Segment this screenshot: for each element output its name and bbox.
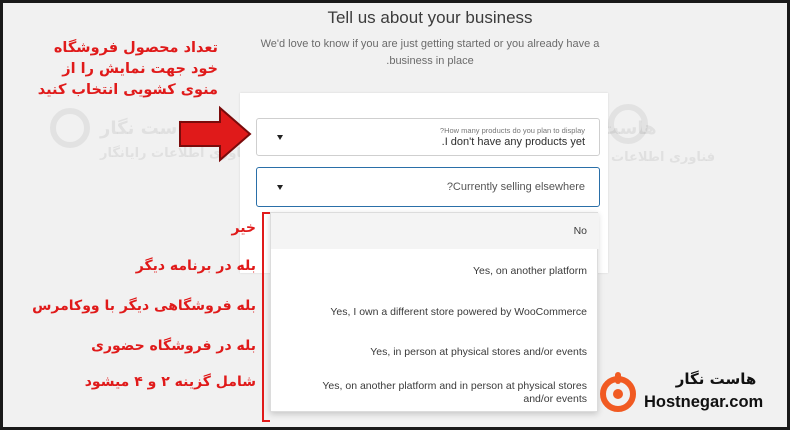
dropdown-option-physical-stores[interactable]: Yes, in person at physical stores and/or… [271,346,599,359]
selling-elsewhere-dropdown: No Yes, on another platform Yes, I own a… [270,212,599,412]
annotation-top-note: تعداد محصول فروشگاه خود جهت نمایش را از … [8,38,218,101]
products-count-value: .I don't have any products yet [441,136,585,148]
watermark-logo-icon [608,104,648,144]
page-title: Tell us about your business [327,8,533,27]
option-line-2: and/or events [523,393,587,405]
annotation-option-no: خیر [231,220,256,236]
dropdown-option-another-platform[interactable]: Yes, on another platform [271,265,599,278]
caret-down-icon [277,135,283,140]
products-count-label: ?How many products do you plan to displa… [439,126,585,135]
selling-elsewhere-placeholder: ?Currently selling elsewhere [446,181,585,193]
annotation-option-physical: بله در فروشگاه حضوری [91,338,256,354]
hostnegar-logo: هاست نگار Hostnegar.com [594,366,790,422]
hostnegar-logo-icon [600,372,636,412]
dropdown-option-platform-and-physical[interactable]: Yes, on another platform and in person a… [271,380,599,406]
red-arrow-icon [179,105,252,163]
page-subtitle: We'd love to know if you are just gettin… [240,36,620,70]
subtitle-line-1: We'd love to know if you are just gettin… [260,38,600,50]
annotation-option-both: شامل گزینه ۲ و ۴ میشود [84,374,256,390]
dropdown-option-woocommerce-store[interactable]: Yes, I own a different store powered by … [271,306,599,319]
annotation-line-2: خود جهت نمایش را از [62,61,218,77]
dropdown-option-no[interactable]: No [271,213,599,249]
selling-elsewhere-select[interactable]: ?Currently selling elsewhere [256,167,600,207]
annotation-option-woocommerce: بله فروشگاهی دیگر با ووکامرس [32,298,256,314]
products-count-select[interactable]: ?How many products do you plan to displa… [256,118,600,156]
annotation-line-3: منوی کشویی انتخاب کنید [37,82,218,98]
subtitle-line-2: .business in place [386,55,474,67]
logo-name-fa: هاست نگار [675,370,757,388]
annotation-bracket [262,212,270,422]
logo-name-en: Hostnegar.com [644,393,764,411]
option-line-1: Yes, on another platform and in person a… [322,380,587,392]
annotation-line-1: تعداد محصول فروشگاه [53,40,218,56]
watermark-logo-icon [50,108,90,148]
caret-down-icon [277,185,283,190]
annotation-option-another-platform: بله در برنامه دیگر [135,258,256,274]
